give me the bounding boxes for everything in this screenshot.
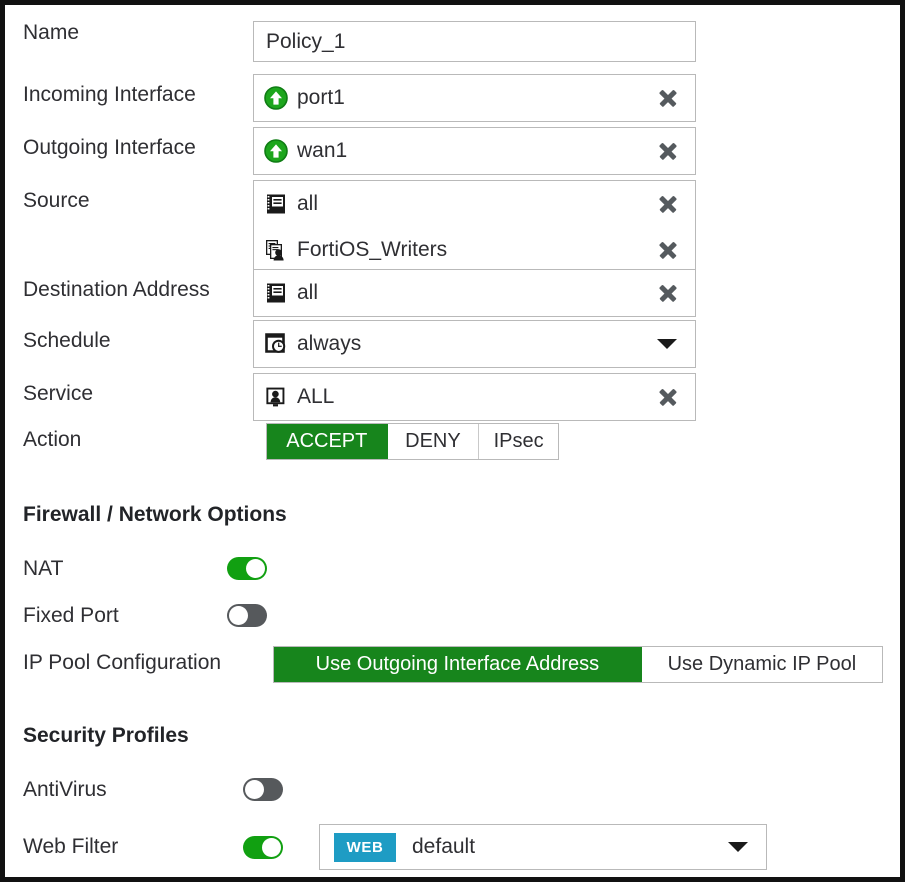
field-row-action: Action ACCEPT DENY IPsec bbox=[5, 423, 900, 460]
label-source: Source bbox=[23, 189, 90, 212]
field-row-ip-pool-configuration: IP Pool Configuration Use Outgoing Inter… bbox=[5, 646, 900, 683]
service-monitor-icon bbox=[264, 385, 288, 409]
token-wan1[interactable]: wan1 bbox=[254, 128, 695, 174]
remove-token-icon[interactable] bbox=[657, 386, 679, 408]
schedule-selected-value[interactable]: always bbox=[254, 321, 695, 367]
label-nat: NAT bbox=[23, 557, 64, 580]
antivirus-toggle[interactable] bbox=[243, 778, 283, 802]
token-all-services[interactable]: ALL bbox=[254, 374, 695, 420]
token-fortios-writers[interactable]: FortiOS_Writers bbox=[254, 227, 695, 273]
chevron-down-icon[interactable] bbox=[657, 339, 677, 349]
token-all[interactable]: all bbox=[254, 181, 695, 227]
field-row-nat: NAT bbox=[5, 557, 900, 581]
user-group-icon bbox=[264, 238, 288, 262]
field-row-source: Source all FortiOS_Writers bbox=[5, 180, 900, 274]
token-label: FortiOS_Writers bbox=[297, 238, 448, 261]
remove-token-icon[interactable] bbox=[657, 282, 679, 304]
token-label: port1 bbox=[297, 86, 345, 109]
action-option-ipsec[interactable]: IPsec bbox=[479, 424, 559, 459]
section-heading-security-profiles: Security Profiles bbox=[23, 724, 189, 747]
action-segmented-control: ACCEPT DENY IPsec bbox=[266, 423, 559, 460]
web-filter-profile-name: default bbox=[412, 835, 476, 858]
nat-toggle-knob bbox=[246, 559, 265, 579]
web-badge: WEB bbox=[334, 832, 396, 862]
label-web-filter: Web Filter bbox=[23, 835, 119, 859]
label-schedule: Schedule bbox=[23, 329, 111, 352]
token-label: all bbox=[297, 192, 319, 215]
incoming-interface-field[interactable]: port1 bbox=[253, 74, 696, 122]
label-ip-pool-configuration: IP Pool Configuration bbox=[23, 651, 222, 674]
field-row-schedule: Schedule always bbox=[5, 320, 900, 368]
name-input[interactable]: Policy_1 bbox=[253, 21, 696, 62]
nat-toggle[interactable] bbox=[227, 557, 267, 581]
schedule-label: always bbox=[297, 332, 362, 355]
field-row-fixed-port: Fixed Port bbox=[5, 604, 900, 628]
address-book-icon bbox=[264, 192, 288, 216]
field-row-web-filter: Web Filter WEB default bbox=[5, 824, 900, 870]
address-book-icon bbox=[264, 281, 288, 305]
field-row-destination-address: Destination Address all bbox=[5, 269, 900, 317]
field-row-name: Name Policy_1 bbox=[5, 21, 900, 62]
field-row-incoming-interface: Incoming Interface port1 bbox=[5, 74, 900, 122]
token-label: wan1 bbox=[297, 139, 348, 162]
ip-pool-option-dynamic-ip-pool[interactable]: Use Dynamic IP Pool bbox=[641, 647, 882, 682]
interface-up-arrow-icon bbox=[264, 139, 288, 163]
chevron-down-icon[interactable] bbox=[728, 842, 748, 852]
schedule-clock-icon bbox=[264, 332, 288, 356]
section-heading-firewall-network-options: Firewall / Network Options bbox=[23, 503, 287, 526]
name-input-value: Policy_1 bbox=[266, 29, 346, 53]
interface-up-arrow-icon bbox=[264, 86, 288, 110]
remove-token-icon[interactable] bbox=[657, 239, 679, 261]
token-label: all bbox=[297, 281, 319, 304]
action-option-deny[interactable]: DENY bbox=[387, 424, 480, 459]
action-option-accept[interactable]: ACCEPT bbox=[267, 424, 388, 459]
token-port1[interactable]: port1 bbox=[254, 75, 695, 121]
label-antivirus: AntiVirus bbox=[23, 778, 107, 801]
remove-token-icon[interactable] bbox=[657, 193, 679, 215]
remove-token-icon[interactable] bbox=[657, 87, 679, 109]
token-all[interactable]: all bbox=[254, 270, 695, 316]
schedule-dropdown[interactable]: always bbox=[253, 320, 696, 368]
label-action: Action bbox=[23, 428, 82, 451]
remove-token-icon[interactable] bbox=[657, 140, 679, 162]
web-filter-profile-dropdown[interactable]: WEB default bbox=[319, 824, 767, 870]
source-field[interactable]: all FortiOS_Writers bbox=[253, 180, 696, 274]
service-field[interactable]: ALL bbox=[253, 373, 696, 421]
destination-address-field[interactable]: all bbox=[253, 269, 696, 317]
firewall-policy-dialog: Name Policy_1 Incoming Interface port1 O… bbox=[0, 0, 905, 882]
field-row-outgoing-interface: Outgoing Interface wan1 bbox=[5, 127, 900, 175]
label-destination-address: Destination Address bbox=[23, 278, 210, 301]
ip-pool-option-outgoing-interface-address[interactable]: Use Outgoing Interface Address bbox=[274, 647, 642, 682]
token-label: ALL bbox=[297, 385, 335, 408]
policy-form: Name Policy_1 Incoming Interface port1 O… bbox=[5, 5, 900, 877]
label-service: Service bbox=[23, 382, 94, 405]
label-incoming-interface: Incoming Interface bbox=[23, 83, 196, 106]
fixed-port-toggle[interactable] bbox=[227, 604, 267, 628]
fixed-port-toggle-knob bbox=[229, 606, 248, 626]
label-fixed-port: Fixed Port bbox=[23, 604, 119, 627]
web-filter-toggle-knob bbox=[262, 837, 281, 857]
ip-pool-segmented-control: Use Outgoing Interface Address Use Dynam… bbox=[273, 646, 883, 683]
outgoing-interface-field[interactable]: wan1 bbox=[253, 127, 696, 175]
antivirus-toggle-knob bbox=[245, 780, 264, 800]
label-name: Name bbox=[23, 21, 80, 44]
label-outgoing-interface: Outgoing Interface bbox=[23, 136, 196, 159]
field-row-service: Service ALL bbox=[5, 373, 900, 421]
web-filter-toggle[interactable] bbox=[243, 835, 283, 859]
field-row-antivirus: AntiVirus bbox=[5, 778, 900, 802]
web-filter-profile-value[interactable]: WEB default bbox=[320, 825, 766, 869]
